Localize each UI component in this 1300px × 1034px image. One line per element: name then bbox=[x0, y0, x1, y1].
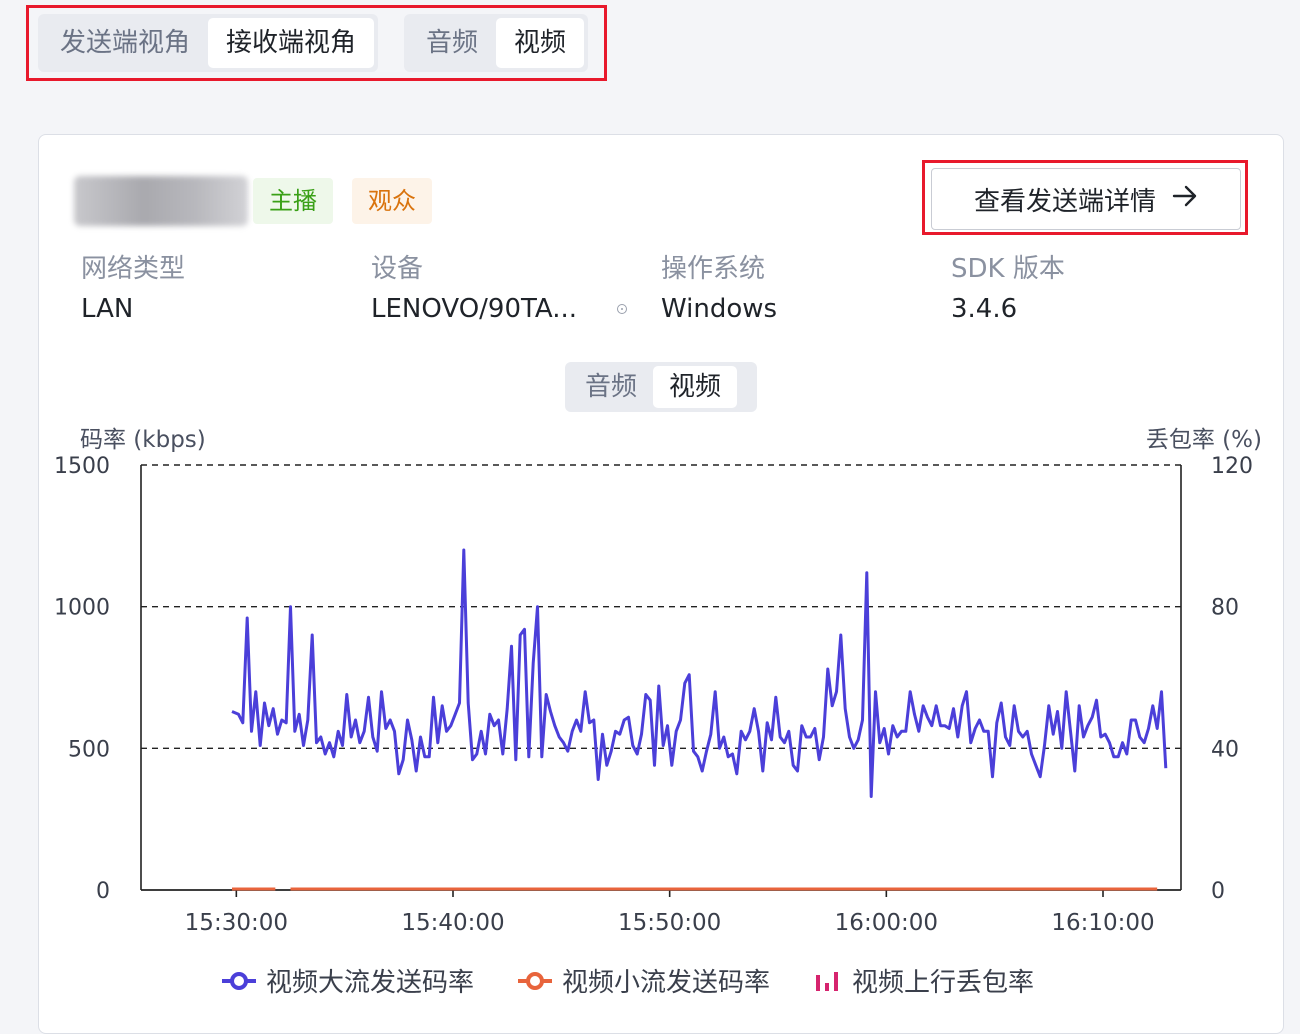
legend-item-big-stream[interactable]: 视频大流发送码率 bbox=[222, 962, 474, 999]
legend-line-circle-icon bbox=[222, 971, 256, 990]
y-right-tick-label: 40 bbox=[1211, 737, 1239, 762]
legend-item-small-stream[interactable]: 视频小流发送码率 bbox=[518, 962, 770, 999]
y-right-tick-label: 120 bbox=[1211, 454, 1253, 479]
y-left-tick-label: 500 bbox=[68, 737, 110, 762]
legend-line-circle-icon bbox=[518, 971, 553, 990]
legend-label-small-stream: 视频小流发送码率 bbox=[562, 968, 771, 998]
legend-label-big-stream: 视频大流发送码率 bbox=[266, 968, 475, 998]
y-right-tick-label: 80 bbox=[1211, 596, 1239, 621]
x-tick-label: 15:50:00 bbox=[618, 910, 721, 936]
legend-item-loss[interactable]: 视频上行丢包率 bbox=[814, 962, 1034, 999]
x-tick-label: 16:10:00 bbox=[1051, 910, 1154, 936]
x-tick-label: 15:30:00 bbox=[185, 910, 288, 936]
y-left-tick-label: 1500 bbox=[54, 454, 110, 479]
y-right-tick-label: 0 bbox=[1211, 879, 1225, 904]
y-left-tick-label: 1000 bbox=[54, 596, 110, 621]
legend-bar-icon bbox=[816, 971, 839, 991]
legend: 视频大流发送码率 视频小流发送码率 视频上行丢包率 bbox=[222, 962, 1034, 999]
bitrate-chart: 0 500 1000 1500 0 40 80 120 15:30:00 15:40:00 15:5… bbox=[54, 454, 1253, 936]
x-tick-label: 15:40:00 bbox=[401, 910, 504, 936]
big-stream-series-line bbox=[231, 548, 1168, 798]
x-tick-label: 16:00:00 bbox=[835, 910, 938, 936]
legend-label-loss: 视频上行丢包率 bbox=[852, 968, 1035, 998]
y-left-tick-label: 0 bbox=[96, 879, 110, 904]
